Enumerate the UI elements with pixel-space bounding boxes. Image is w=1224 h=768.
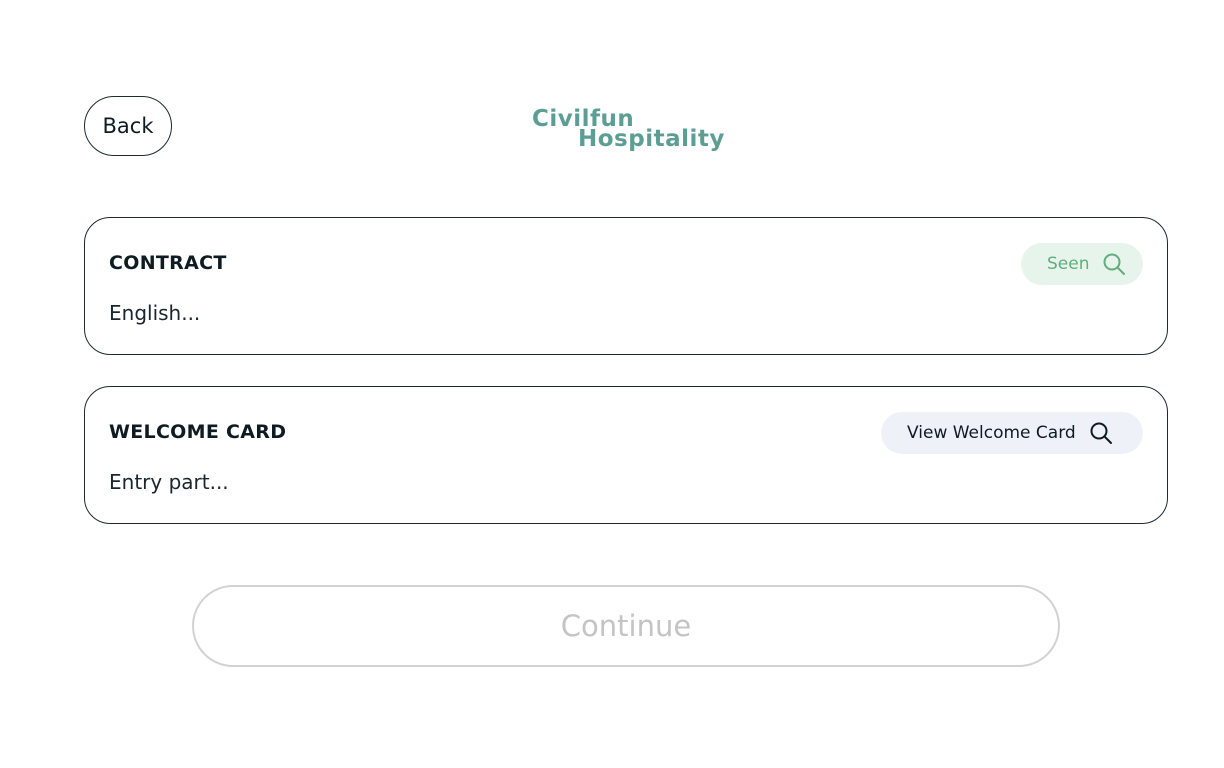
contract-card: CONTRACT English... Seen [84, 217, 1168, 355]
logo-line-2: Hospitality [578, 126, 725, 152]
contract-seen-label: Seen [1047, 254, 1090, 274]
page: Back Civilfun Hospitality CONTRACT Engli… [0, 0, 1224, 768]
back-button[interactable]: Back [84, 96, 172, 156]
civilfun-hospitality-logo: Civilfun Hospitality [530, 104, 730, 160]
continue-button[interactable]: Continue [192, 585, 1060, 667]
welcome-card-description: Entry part... [109, 470, 229, 494]
contract-seen-button[interactable]: Seen [1021, 243, 1143, 285]
welcome-card: WELCOME CARD Entry part... View Welcome … [84, 386, 1168, 524]
view-welcome-card-button[interactable]: View Welcome Card [881, 412, 1143, 454]
search-icon [1088, 420, 1114, 446]
contract-card-description: English... [109, 301, 201, 325]
search-icon [1101, 251, 1127, 277]
contract-card-title: CONTRACT [109, 252, 227, 274]
welcome-card-title: WELCOME CARD [109, 421, 287, 443]
view-welcome-card-label: View Welcome Card [907, 423, 1076, 443]
